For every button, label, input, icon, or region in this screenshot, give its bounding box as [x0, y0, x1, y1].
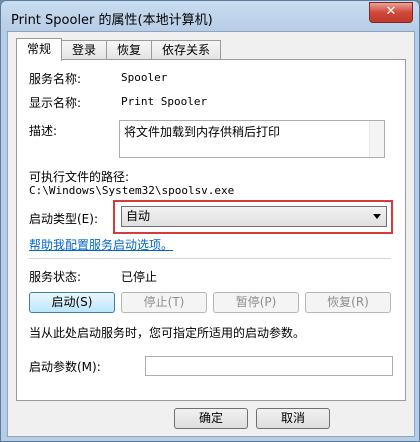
status-label: 服务状态: — [29, 270, 82, 284]
start-params-label: 启动参数(M): — [29, 360, 101, 374]
separator — [29, 258, 391, 259]
description-scrollbar[interactable] — [369, 121, 384, 157]
display-name-value: Print Spooler — [121, 95, 208, 108]
tab-logon[interactable]: 登录 — [61, 40, 107, 60]
help-link[interactable]: 帮助我配置服务启动选项。 — [29, 236, 173, 253]
start-button[interactable]: 启动(S) — [29, 292, 115, 313]
description-text: 将文件加载到内存供稍后打印 — [124, 125, 281, 139]
ok-button[interactable]: 确定 — [174, 408, 248, 429]
description-box[interactable]: 将文件加载到内存供稍后打印 — [119, 120, 385, 158]
tab-recovery[interactable]: 恢复 — [106, 40, 152, 60]
startup-type-select[interactable]: 自动 — [121, 206, 387, 227]
close-button[interactable]: ✕ — [369, 2, 413, 23]
close-icon: ✕ — [385, 4, 397, 19]
pause-button[interactable]: 暂停(P) — [213, 292, 299, 313]
start-params-hint: 当从此处启动服务时，您可指定所适用的启动参数。 — [29, 326, 306, 340]
window-title: Print Spooler 的属性(本地计算机) — [11, 13, 213, 28]
general-panel: 服务名称: Spooler 显示名称: Print Spooler 描述: 将文… — [16, 59, 406, 401]
chevron-down-icon — [373, 214, 381, 219]
cancel-button[interactable]: 取消 — [256, 408, 330, 429]
tab-general[interactable]: 常规 — [16, 38, 62, 61]
display-name-label: 显示名称: — [29, 96, 82, 110]
start-params-input[interactable] — [145, 356, 393, 376]
dialog-client: 常规 登录 恢复 依存关系 服务名称: Spooler 显示名称: Print … — [7, 31, 415, 437]
path-label: 可执行文件的路径: — [29, 170, 130, 184]
properties-window: Print Spooler 的属性(本地计算机) ✕ 常规 登录 恢复 依存关系… — [0, 0, 420, 442]
resume-button[interactable]: 恢复(R) — [305, 292, 391, 313]
service-name-label: 服务名称: — [29, 72, 82, 86]
service-name-value: Spooler — [121, 71, 168, 84]
path-value: C:\Windows\System32\spoolsv.exe — [29, 184, 235, 197]
stop-button[interactable]: 停止(T) — [121, 292, 207, 313]
status-value: 已停止 — [121, 270, 158, 284]
startup-type-value: 自动 — [126, 209, 151, 223]
description-label: 描述: — [29, 124, 58, 138]
tab-dependencies[interactable]: 依存关系 — [151, 40, 221, 60]
startup-type-label: 启动类型(E): — [29, 212, 98, 226]
